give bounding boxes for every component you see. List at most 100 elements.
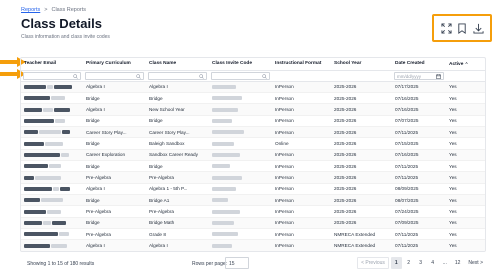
table-row[interactable]: Algebra I Algebra 1 - 5th P... InPerson 202… bbox=[21, 183, 485, 195]
redacted-text bbox=[212, 187, 236, 192]
table-row[interactable]: Algebra I Algebra I InPerson 2025-2026 07/17… bbox=[21, 81, 485, 93]
class-invite-code-cell-redacted bbox=[209, 183, 272, 195]
redacted-text bbox=[24, 175, 34, 180]
download-icon[interactable] bbox=[472, 22, 484, 34]
page-subtitle: Class information and class invite codes bbox=[21, 34, 110, 40]
table-row[interactable]: Algebra I Algebra I InPerson NMRECA Extende… bbox=[21, 239, 485, 251]
column-header-date-created[interactable]: Date Created bbox=[392, 58, 446, 71]
class-name-cell: Baleigh Sandbox bbox=[146, 137, 209, 150]
redacted-text bbox=[212, 221, 234, 226]
bookmark-icon[interactable] bbox=[456, 22, 468, 34]
instructional-format-cell: InPerson bbox=[272, 149, 331, 161]
table-row[interactable]: Career Story Play... Career Story Play...… bbox=[21, 126, 485, 139]
date-created-cell: 07/11/2025 bbox=[392, 239, 446, 251]
redacted-text bbox=[39, 130, 61, 135]
class-name-cell: Algebra 1 - 5th P... bbox=[146, 183, 209, 195]
search-icon bbox=[136, 73, 141, 79]
table-row[interactable]: Pre-Algebra Pre-Algebra InPerson 2025-2026 0… bbox=[21, 205, 485, 218]
primary-curriculum-cell: Pre-Algebra bbox=[83, 228, 146, 241]
page-button-12[interactable]: 12 bbox=[452, 257, 464, 269]
primary-curriculum-cell: Bridge bbox=[83, 92, 146, 105]
active-cell: Yes bbox=[446, 183, 485, 195]
redacted-text bbox=[24, 96, 50, 101]
column-header-teacher-email[interactable]: Teacher Email bbox=[21, 58, 83, 71]
column-header-class-name[interactable]: Class Name bbox=[146, 58, 209, 71]
instructional-format-cell: InPerson bbox=[272, 194, 331, 207]
school-year-cell: 2025-2026 bbox=[331, 115, 392, 127]
redacted-text bbox=[53, 187, 59, 192]
redacted-text bbox=[24, 153, 60, 157]
primary-curriculum-filter[interactable] bbox=[85, 71, 144, 80]
class-name-cell: Bridge bbox=[146, 92, 209, 105]
class-invite-code-cell-redacted bbox=[209, 149, 272, 161]
expand-icon[interactable] bbox=[440, 22, 452, 34]
page-button-4[interactable]: 4 bbox=[428, 257, 438, 269]
table-row[interactable]: Bridge Baleigh Sandbox Online 2025-2026 07/1… bbox=[21, 137, 485, 150]
redacted-text bbox=[54, 84, 72, 89]
redacted-text bbox=[212, 209, 240, 214]
page-button-3[interactable]: 3 bbox=[416, 257, 426, 269]
sort-ascending-icon[interactable]: ^ bbox=[465, 61, 467, 66]
rows-per-page-input[interactable]: 15 bbox=[225, 257, 249, 269]
class-invite-code-cell-redacted bbox=[209, 160, 272, 173]
primary-curriculum-cell: Pre-Algebra bbox=[83, 171, 146, 184]
class-name-filter[interactable] bbox=[148, 71, 207, 80]
calendar-icon[interactable] bbox=[436, 73, 441, 79]
active-cell: Yes bbox=[446, 103, 485, 116]
teacher-email-filter[interactable] bbox=[23, 71, 81, 80]
column-header-primary-curriculum[interactable]: Primary Curriculum bbox=[83, 58, 146, 71]
redacted-text bbox=[212, 84, 236, 89]
class-invite-code-cell-redacted bbox=[209, 239, 272, 251]
table-row[interactable]: Pre-Algebra Pre-Algebra InPerson 2025-2026 0… bbox=[21, 171, 485, 184]
redacted-text bbox=[55, 118, 65, 123]
primary-curriculum-cell: Career Exploration bbox=[83, 149, 146, 161]
previous-page-button[interactable]: < Previous bbox=[357, 257, 389, 269]
table-row[interactable]: Bridge Bridge InPerson 2025-2026 07/11/2025 Y… bbox=[21, 160, 485, 173]
redacted-text bbox=[24, 221, 42, 226]
table-row[interactable]: Pre-Algebra Grade 8 InPerson NMRECA Extende… bbox=[21, 228, 485, 241]
class-name-cell: Algebra I bbox=[146, 81, 209, 93]
instructional-format-cell: InPerson bbox=[272, 160, 331, 173]
class-name-cell: Bridge Math bbox=[146, 217, 209, 229]
primary-curriculum-cell: Bridge bbox=[83, 115, 146, 127]
redacted-text bbox=[60, 187, 70, 192]
table-row[interactable]: Algebra I New School Year InPerson 2025-202… bbox=[21, 103, 485, 116]
primary-curriculum-cell: Algebra I bbox=[83, 81, 146, 93]
table-row[interactable]: Career Exploration Sandbox Career Ready In… bbox=[21, 149, 485, 161]
school-year-cell: NMRECA Extended bbox=[331, 239, 392, 251]
pagination: < Previous 1 2 3 4 ... 12 Next > bbox=[357, 257, 486, 269]
table-row[interactable]: Bridge Bridge InPerson 2025-2026 07/07/2025 Y… bbox=[21, 115, 485, 127]
redacted-text bbox=[212, 107, 238, 112]
instructional-format-cell: InPerson bbox=[272, 126, 331, 139]
class-name-cell: New School Year bbox=[146, 103, 209, 116]
page-button-1[interactable]: 1 bbox=[390, 257, 402, 269]
breadcrumb-reports-link[interactable]: Reports bbox=[21, 7, 40, 13]
active-cell: Yes bbox=[446, 239, 485, 251]
teacher-email-cell-redacted bbox=[21, 205, 83, 218]
column-header-active[interactable]: Active ^ bbox=[446, 58, 485, 71]
redacted-text bbox=[212, 164, 230, 169]
school-year-cell: 2025-2026 bbox=[331, 160, 392, 173]
instructional-format-cell: InPerson bbox=[272, 103, 331, 116]
table-row[interactable]: Bridge Bridge InPerson 2025-2026 07/16/2025 Y… bbox=[21, 92, 485, 105]
redacted-text bbox=[212, 153, 240, 157]
date-filter-placeholder: mm/dd/yyyy bbox=[397, 73, 422, 79]
column-header-school-year[interactable]: School Year bbox=[331, 58, 392, 71]
redacted-text bbox=[24, 141, 44, 146]
table-row[interactable]: Bridge Bridge Math InPerson 2025-2026 07/09/… bbox=[21, 217, 485, 229]
redacted-text bbox=[212, 96, 242, 101]
page-button-2[interactable]: 2 bbox=[404, 257, 414, 269]
active-cell: Yes bbox=[446, 92, 485, 105]
date-created-filter[interactable]: mm/dd/yyyy bbox=[394, 71, 444, 80]
table-row[interactable]: Bridge Bridge A1 InPerson 2025-2026 08/07/20… bbox=[21, 194, 485, 207]
date-created-cell: 07/09/2025 bbox=[392, 217, 446, 229]
next-page-button[interactable]: Next > bbox=[465, 257, 486, 269]
column-header-class-invite-code[interactable]: Class Invite Code bbox=[209, 58, 272, 71]
teacher-email-cell-redacted bbox=[21, 239, 83, 251]
instructional-format-cell: InPerson bbox=[272, 217, 331, 229]
column-header-instructional-format[interactable]: Instructional Format bbox=[272, 58, 331, 71]
active-cell: Yes bbox=[446, 137, 485, 150]
class-invite-code-filter[interactable] bbox=[211, 71, 270, 80]
school-year-cell: 2025-2026 bbox=[331, 217, 392, 229]
class-name-cell: Algebra I bbox=[146, 239, 209, 251]
